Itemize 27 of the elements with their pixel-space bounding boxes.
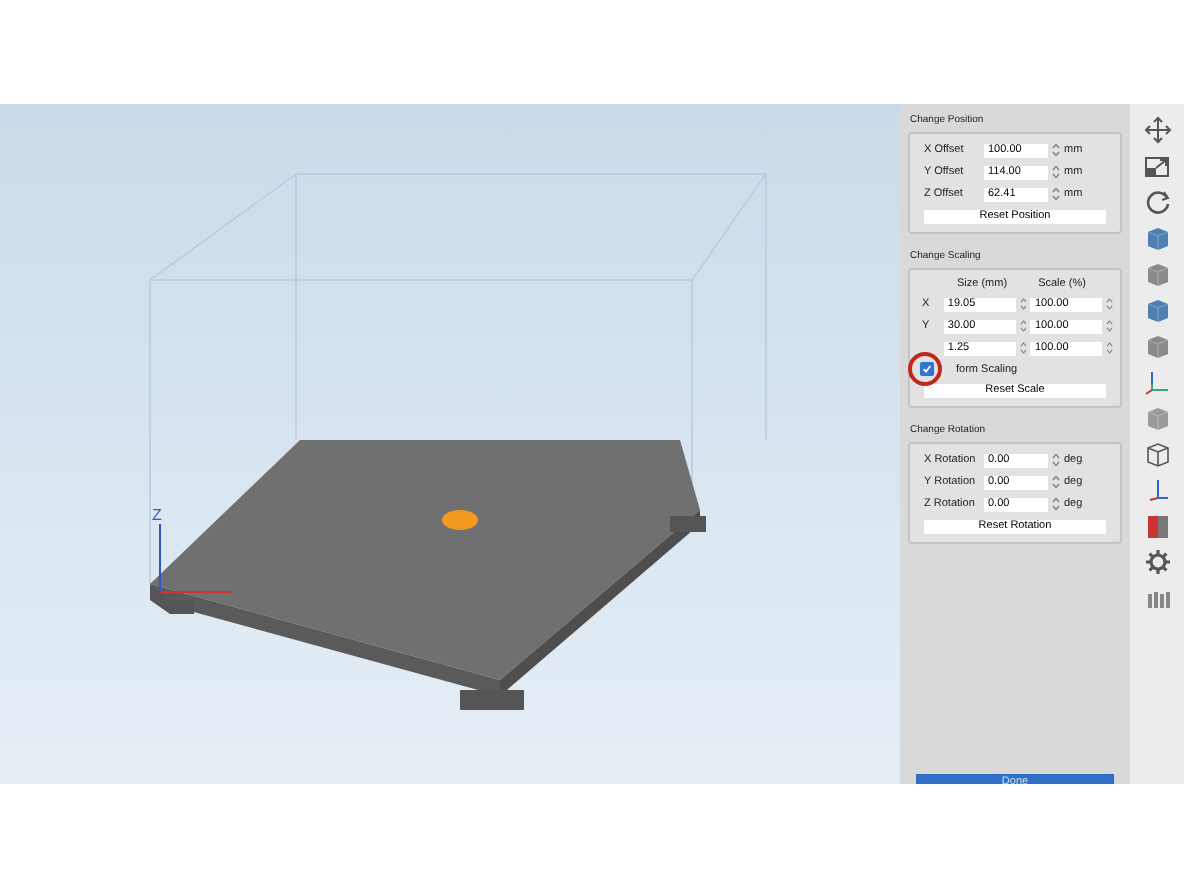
- axes-icon[interactable]: [1143, 368, 1171, 396]
- stepper-icon[interactable]: [1106, 340, 1115, 356]
- stepper-icon[interactable]: [1106, 318, 1115, 334]
- stepper-icon[interactable]: [1106, 296, 1115, 312]
- stepper-icon[interactable]: [1019, 318, 1027, 334]
- cube-icon[interactable]: [1143, 296, 1171, 324]
- stepper-icon[interactable]: [1019, 340, 1027, 356]
- cube-icon[interactable]: [1143, 260, 1171, 288]
- cube-icon[interactable]: [1143, 224, 1171, 252]
- stepper-icon[interactable]: [1052, 452, 1060, 468]
- cube-icon[interactable]: [1143, 332, 1171, 360]
- rotate-icon[interactable]: [1143, 188, 1171, 216]
- stepper-icon[interactable]: [1052, 496, 1060, 512]
- stepper-icon[interactable]: [1052, 142, 1060, 158]
- checkbox[interactable]: [920, 362, 934, 376]
- gear-icon[interactable]: [1143, 548, 1171, 576]
- axis-label: Z: [152, 506, 162, 524]
- model-object[interactable]: [442, 510, 478, 530]
- axis-indicator: [159, 523, 233, 593]
- stepper-icon[interactable]: [1052, 474, 1060, 490]
- 3d-viewport[interactable]: Z: [0, 104, 900, 784]
- resize-icon[interactable]: [1143, 152, 1171, 180]
- wireframe-cube-icon[interactable]: [1143, 440, 1171, 468]
- move-icon[interactable]: [1143, 116, 1171, 144]
- stepper-icon[interactable]: [1052, 186, 1060, 202]
- stepper-icon[interactable]: [1052, 164, 1060, 180]
- stepper-icon[interactable]: [1019, 296, 1027, 312]
